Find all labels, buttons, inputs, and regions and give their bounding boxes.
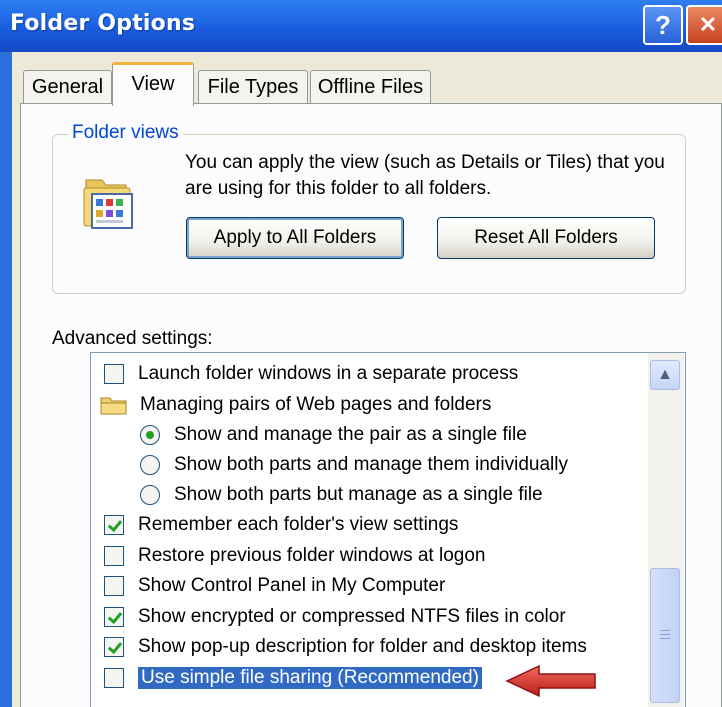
list-item[interactable]: Show pop-up description for folder and d…: [104, 633, 587, 661]
tab-view[interactable]: View: [112, 62, 194, 106]
list-item-selected[interactable]: Use simple file sharing (Recommended): [104, 664, 482, 692]
list-item[interactable]: Show both parts but manage as a single f…: [140, 481, 543, 509]
close-button[interactable]: ✕: [686, 5, 722, 45]
window-frame: [0, 52, 12, 707]
checkbox-unchecked[interactable]: [104, 576, 124, 596]
list-item-label: Remember each folder's view settings: [138, 514, 459, 535]
list-item[interactable]: Launch folder windows in a separate proc…: [104, 360, 518, 388]
list-item[interactable]: Remember each folder's view settings: [104, 511, 458, 539]
reset-all-folders-button[interactable]: Reset All Folders: [437, 217, 655, 259]
list-item-label: Restore previous folder windows at logon: [138, 545, 486, 566]
window-title: Folder Options: [10, 11, 196, 36]
title-bar[interactable]: Folder Options ? ✕: [0, 0, 722, 52]
tab-label: Offline Files: [317, 76, 424, 98]
help-icon: ?: [655, 9, 671, 40]
radio-unselected[interactable]: [140, 485, 160, 505]
list-item[interactable]: Show encrypted or compressed NTFS files …: [104, 603, 566, 631]
tab-label: File Types: [207, 76, 299, 98]
scroll-grip: [660, 630, 670, 631]
list-item[interactable]: Restore previous folder windows at logon: [104, 542, 485, 570]
list-item[interactable]: Show both parts and manage them individu…: [140, 451, 568, 479]
tab-general[interactable]: General: [23, 70, 112, 104]
close-icon: ✕: [698, 12, 718, 37]
list-item-label: Show pop-up description for folder and d…: [138, 636, 587, 657]
checkbox-unchecked[interactable]: [104, 668, 124, 688]
list-item-label: Use simple file sharing (Recommended): [138, 667, 482, 689]
list-item: Managing pairs of Web pages and folders: [100, 391, 491, 419]
tab-label: General: [31, 76, 104, 98]
folder-views-legend: Folder views: [68, 122, 183, 144]
chevron-up-icon: ▲: [657, 366, 673, 383]
scroll-thumb[interactable]: [650, 568, 680, 703]
scroll-up-button[interactable]: ▲: [650, 360, 680, 390]
list-item[interactable]: Show and manage the pair as a single fil…: [140, 421, 527, 449]
folder-icon: [100, 397, 127, 415]
folder-view-icon: [83, 179, 133, 229]
list-item-label: Show both parts and manage them individu…: [174, 454, 568, 475]
checkbox-unchecked[interactable]: [104, 364, 124, 384]
tab-file-types[interactable]: File Types: [198, 70, 308, 104]
checkbox-checked[interactable]: [104, 607, 124, 627]
checkbox-checked[interactable]: [104, 515, 124, 535]
folder-views-description: You can apply the view (such as Details …: [185, 152, 665, 199]
red-arrow-icon: [505, 664, 596, 698]
checkbox-checked[interactable]: [104, 637, 124, 657]
radio-unselected[interactable]: [140, 455, 160, 475]
tab-offline-files[interactable]: Offline Files: [310, 70, 431, 104]
radio-selected[interactable]: [140, 425, 160, 445]
apply-to-all-folders-button[interactable]: Apply to All Folders: [186, 217, 404, 259]
list-item-label: Show and manage the pair as a single fil…: [174, 424, 527, 445]
list-item-label: Show encrypted or compressed NTFS files …: [138, 606, 566, 627]
folder-options-dialog: Folder Options ? ✕ General View File Typ…: [0, 0, 722, 707]
list-item-label: Show Control Panel in My Computer: [138, 575, 446, 596]
tab-label: View: [131, 73, 175, 95]
checkbox-unchecked[interactable]: [104, 546, 124, 566]
list-item-label: Show both parts but manage as a single f…: [174, 484, 543, 505]
scroll-grip: [660, 634, 670, 635]
list-item-label: Managing pairs of Web pages and folders: [140, 394, 492, 415]
advanced-settings-label: Advanced settings:: [52, 328, 213, 349]
list-item[interactable]: Show Control Panel in My Computer: [104, 572, 445, 600]
list-item-label: Launch folder windows in a separate proc…: [138, 363, 519, 384]
help-button[interactable]: ?: [643, 5, 683, 45]
scroll-grip: [660, 638, 670, 639]
